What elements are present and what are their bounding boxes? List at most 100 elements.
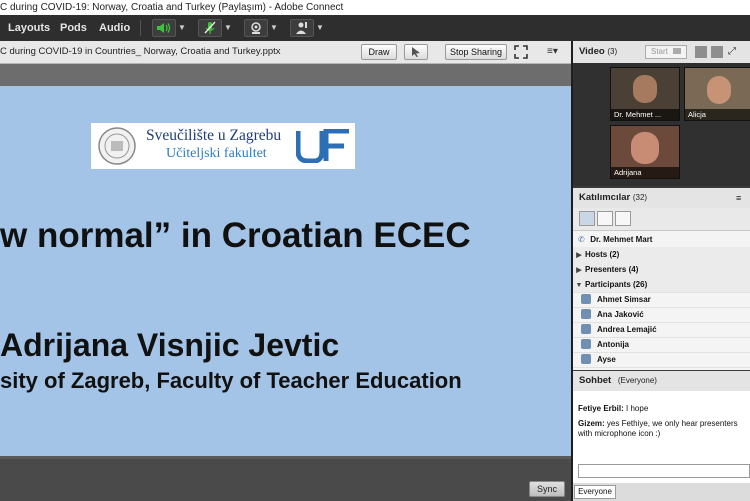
chat-author: Gizem:	[578, 419, 605, 428]
attendees-pod-title: Katılımcılar	[579, 192, 631, 203]
status-menu-caret[interactable]: ▼	[314, 19, 326, 37]
start-webcam-button[interactable]: Start	[645, 45, 687, 59]
microphone-menu-caret[interactable]: ▼	[222, 19, 234, 37]
start-webcam-label: Start	[651, 47, 668, 56]
speaker-menu-caret[interactable]: ▼	[176, 19, 188, 37]
video-tile[interactable]: Adrijana	[610, 125, 680, 179]
participant-name: Ayse	[597, 355, 616, 364]
video-pod-count: (3)	[607, 47, 618, 56]
attendees-pod-header: Katılımcılar (32) ≡	[573, 188, 750, 209]
participant-row[interactable]: Antonija	[573, 337, 750, 353]
participant-face	[631, 132, 659, 164]
slide-heading: w normal” in Croatian ECEC	[0, 216, 471, 255]
draw-button[interactable]: Draw	[361, 44, 397, 60]
role-view-icon[interactable]	[615, 211, 631, 226]
pod-menu-icon[interactable]: ≡	[736, 188, 741, 208]
participant-face	[707, 76, 731, 104]
window-title-bar: C during COVID-19: Norway, Croatia and T…	[0, 0, 750, 15]
participant-row[interactable]: Ahmet Simsar	[573, 292, 750, 308]
window-title: C during COVID-19: Norway, Croatia and T…	[0, 2, 344, 13]
participant-name: Andrea Lemajić	[597, 325, 657, 334]
video-tile-name: Alicja	[685, 109, 750, 120]
group-presenters[interactable]: ▶ Presenters (4)	[573, 262, 750, 278]
person-status-icon	[296, 22, 307, 34]
list-view-icon[interactable]	[579, 211, 595, 226]
fullscreen-icon[interactable]	[514, 45, 528, 64]
presenter-name: Dr. Mehmet Mart	[590, 235, 653, 244]
logo-line-university: Sveučilište u Zagrebu	[146, 127, 282, 144]
raise-hand-button[interactable]	[290, 19, 314, 37]
group-hosts[interactable]: ▶ Hosts (2)	[573, 247, 750, 263]
user-icon	[581, 309, 591, 319]
university-seal-icon	[98, 127, 136, 165]
user-icon	[581, 324, 591, 334]
video-tile[interactable]: Alicja	[684, 67, 750, 121]
chat-message: Gizem: yes Fethiye, we only hear present…	[578, 419, 748, 439]
user-icon	[581, 294, 591, 304]
microphone-muted-icon	[204, 21, 216, 34]
main-toolbar: Layouts Pods Audio ▼ ▼ ▼ ▼	[0, 15, 750, 42]
pointer-button[interactable]	[404, 44, 428, 60]
chat-author: Fetiye Erbil:	[578, 404, 624, 413]
chat-pod-header: Sohbet (Everyone)	[573, 371, 750, 392]
webcam-menu-caret[interactable]: ▼	[268, 19, 280, 37]
toolbar-divider	[140, 20, 141, 36]
camera-icon	[673, 48, 682, 54]
video-tile[interactable]: Dr. Mehmet ...	[610, 67, 680, 121]
slide-top-strip	[0, 64, 571, 86]
group-participants[interactable]: ▼ Participants (26)	[573, 277, 750, 293]
pointer-icon	[412, 47, 420, 57]
video-pod-title: Video	[579, 46, 605, 57]
video-tile-name: Adrijana	[611, 167, 679, 178]
slide-author: Adrijana Visnjic Jevtic	[0, 327, 340, 363]
group-label: Presenters (4)	[585, 265, 639, 274]
participant-row[interactable]: Andrea Lemajić	[573, 322, 750, 338]
video-tile-name: Dr. Mehmet ...	[611, 109, 679, 120]
menu-audio[interactable]: Audio	[99, 15, 130, 41]
video-pod-header: Video (3) Start ⤢	[573, 41, 750, 64]
participant-row[interactable]: Ayse	[573, 352, 750, 368]
chat-pod-title: Sohbet	[579, 375, 612, 386]
participant-row[interactable]: Ana Jaković	[573, 307, 750, 323]
phone-icon: ✆	[578, 235, 585, 244]
chat-messages: Fetiye Erbil: I hope Gizem: yes Fethiye,…	[578, 404, 748, 439]
slide-affiliation: sity of Zagreb, Faculty of Teacher Educa…	[0, 368, 462, 393]
webcam-button[interactable]	[244, 19, 268, 37]
expand-view-icon[interactable]	[597, 211, 613, 226]
chat-tab-everyone[interactable]: Everyone	[574, 485, 616, 499]
group-label: Participants (26)	[585, 280, 648, 289]
grid-layout-icon[interactable]	[695, 46, 707, 58]
participant-face	[633, 75, 657, 103]
faculty-ucf-logo-icon	[296, 129, 349, 163]
menu-layouts[interactable]: Layouts	[8, 15, 50, 41]
expand-caret-icon: ▶	[576, 252, 582, 259]
participant-name: Ana Jaković	[597, 310, 644, 319]
fullscreen-video-icon[interactable]: ⤢	[728, 46, 738, 58]
stop-sharing-button[interactable]: Stop Sharing	[445, 44, 507, 60]
user-icon	[581, 339, 591, 349]
pod-options-menu-icon[interactable]: ≡▾	[547, 45, 567, 59]
expand-caret-icon: ▶	[576, 267, 582, 274]
university-logo-banner: Sveučilište u Zagrebu Učiteljski fakulte…	[91, 123, 355, 169]
chat-text: I hope	[623, 404, 649, 413]
user-icon	[581, 354, 591, 364]
chat-scope: (Everyone)	[617, 376, 657, 385]
participant-name: Antonija	[597, 340, 629, 349]
microphone-button[interactable]	[198, 19, 222, 37]
attendees-pod-count: (32)	[632, 193, 648, 202]
logo-line-faculty: Učiteljski fakultet	[166, 146, 267, 161]
collapse-caret-icon: ▼	[575, 282, 583, 289]
share-pod-footer	[0, 459, 571, 501]
participant-name: Ahmet Simsar	[597, 295, 651, 304]
share-document-title: C during COVID-19 in Countries_ Norway, …	[0, 46, 281, 57]
webcam-icon	[251, 22, 261, 34]
chat-message: Fetiye Erbil: I hope	[578, 404, 748, 414]
filmstrip-layout-icon[interactable]	[711, 46, 723, 58]
menu-pods[interactable]: Pods	[60, 15, 87, 41]
share-pod-header: C during COVID-19 in Countries_ Norway, …	[0, 41, 571, 64]
sync-button[interactable]: Sync	[529, 481, 565, 497]
speaker-button[interactable]	[152, 19, 176, 37]
chat-input[interactable]	[578, 464, 750, 478]
presenter-row[interactable]: ✆ Dr. Mehmet Mart	[573, 232, 750, 248]
attendee-view-toolbar	[573, 208, 750, 231]
